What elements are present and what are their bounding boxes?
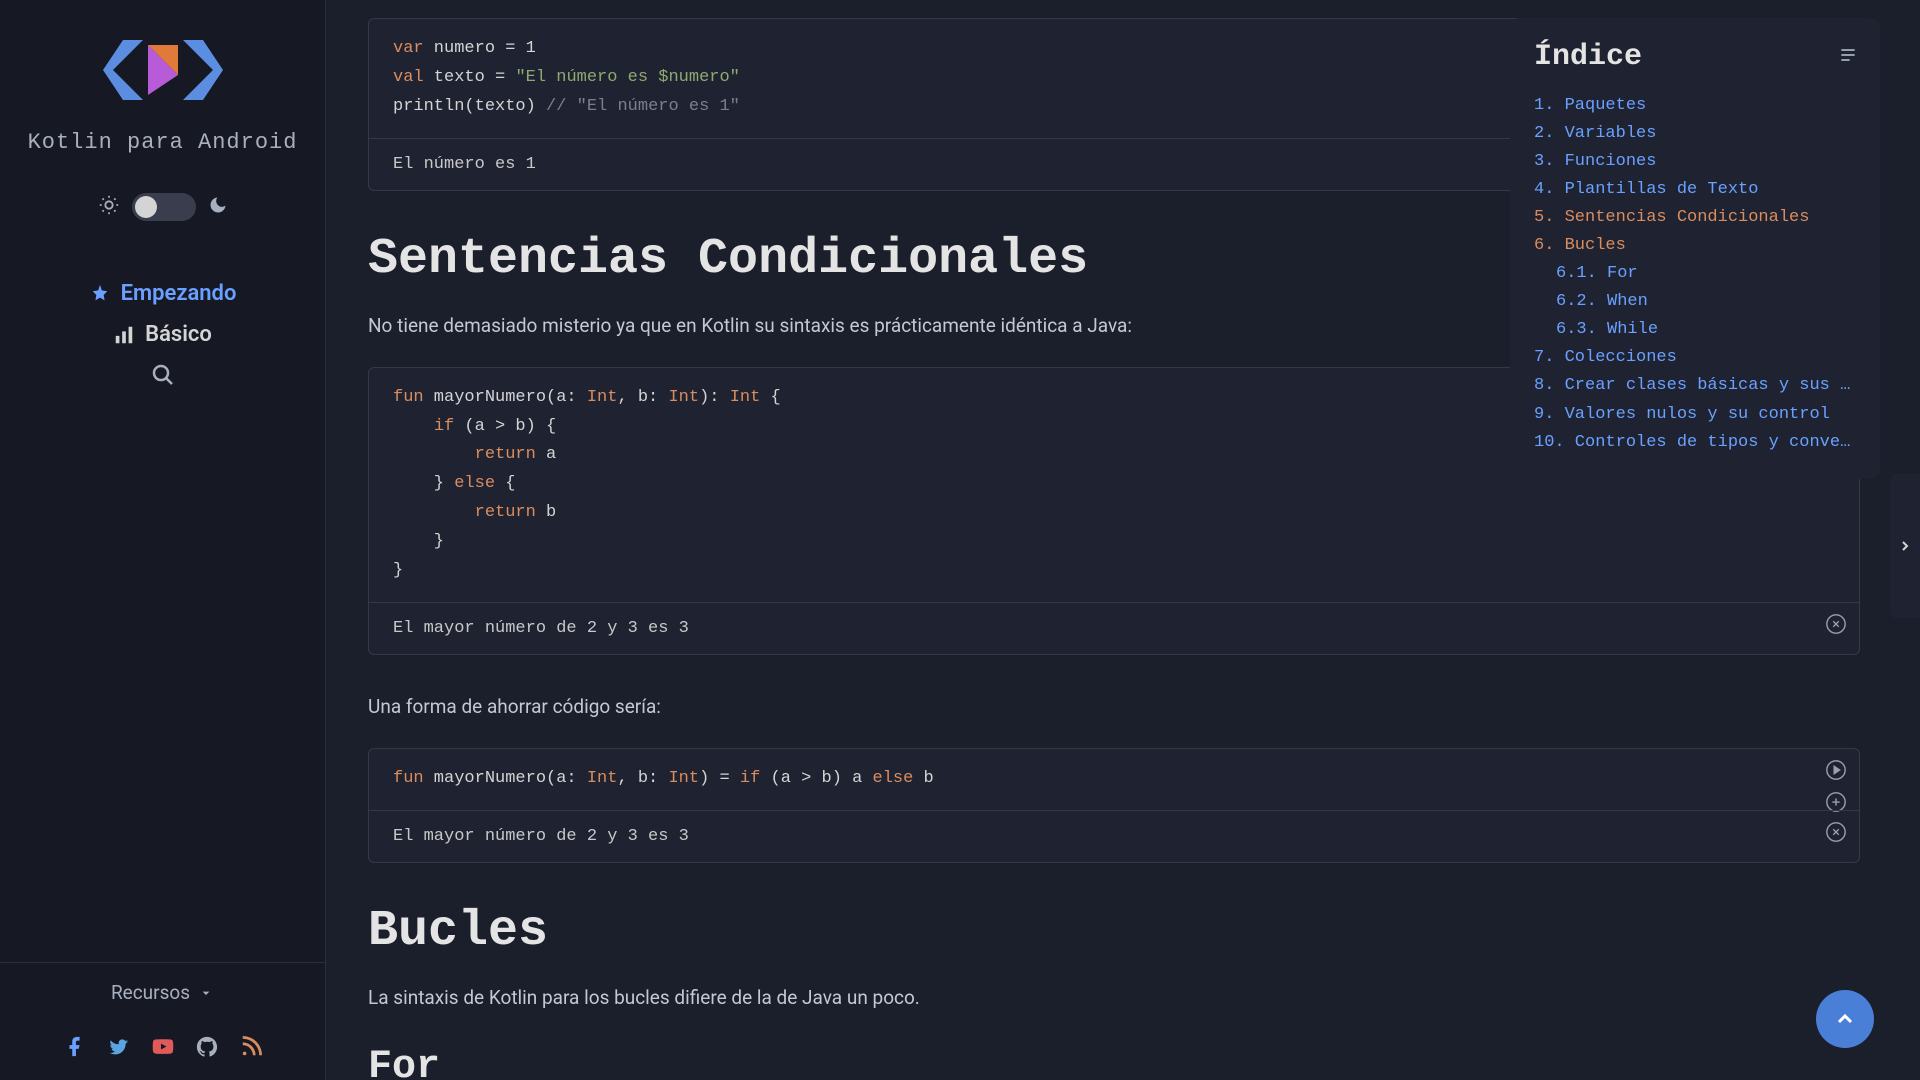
toc-item[interactable]: 8. Crear clases básicas y sus instancias <box>1534 372 1858 400</box>
twitter-icon[interactable] <box>108 1036 130 1058</box>
nav-item-basico[interactable]: Básico <box>0 314 325 355</box>
facebook-icon[interactable] <box>64 1036 86 1058</box>
toc-panel: Índice 1. Paquetes2. Variables3. Funcion… <box>1510 18 1880 479</box>
list-icon[interactable] <box>1838 45 1858 69</box>
toc-title: Índice <box>1534 40 1642 74</box>
play-icon[interactable] <box>1825 759 1847 785</box>
heading-bucles: Bucles <box>368 903 1860 960</box>
scroll-top-button[interactable] <box>1816 990 1874 1048</box>
social-links <box>0 1022 325 1080</box>
sun-icon <box>98 194 120 221</box>
code-output: El mayor número de 2 y 3 es 3 <box>369 810 1859 862</box>
site-title: Kotlin para Android <box>0 130 325 155</box>
output-text: El mayor número de 2 y 3 es 3 <box>393 827 689 846</box>
sidebar: Kotlin para Android Empezando Básico Rec… <box>0 0 326 1080</box>
code-output: El mayor número de 2 y 3 es 3 <box>369 602 1859 654</box>
code-content[interactable]: fun mayorNumero(a: Int, b: Int) = if (a … <box>369 749 1859 810</box>
chevron-down-icon <box>198 985 214 1001</box>
code-block-mayornumero-short: fun mayorNumero(a: Int, b: Int) = if (a … <box>368 748 1860 863</box>
moon-icon <box>208 195 228 220</box>
theme-toggle[interactable] <box>132 193 196 221</box>
close-icon[interactable] <box>1825 821 1847 849</box>
nav-label: Básico <box>145 322 212 347</box>
toc-item[interactable]: 10. Controles de tipos y conversiones <box>1534 429 1858 457</box>
paragraph: Una forma de ahorrar código sería: <box>368 695 1860 718</box>
toc-item[interactable]: 6.3. While <box>1534 316 1858 344</box>
toc-item[interactable]: 2. Variables <box>1534 120 1858 148</box>
toc-item[interactable]: 1. Paquetes <box>1534 92 1858 120</box>
code-controls <box>1825 759 1847 817</box>
sidebar-footer: Recursos <box>0 962 325 1080</box>
toc-item[interactable]: 5. Sentencias Condicionales <box>1534 204 1858 232</box>
toc-item[interactable]: 7. Colecciones <box>1534 344 1858 372</box>
rss-icon[interactable] <box>240 1036 262 1058</box>
nav-item-empezando[interactable]: Empezando <box>0 273 325 314</box>
toc-item[interactable]: 9. Valores nulos y su control <box>1534 401 1858 429</box>
toc-item[interactable]: 3. Funciones <box>1534 148 1858 176</box>
theme-toggle-row <box>0 165 325 249</box>
paragraph: La sintaxis de Kotlin para los bucles di… <box>368 986 1860 1009</box>
search-button[interactable] <box>0 355 325 399</box>
recursos-label: Recursos <box>111 981 190 1004</box>
toc-item[interactable]: 4. Plantillas de Texto <box>1534 176 1858 204</box>
close-icon[interactable] <box>1825 613 1847 641</box>
main-content: var numero = 1 val texto = "El número es… <box>326 0 1920 1080</box>
primary-nav: Empezando Básico <box>0 249 325 423</box>
toc-item[interactable]: 6.2. When <box>1534 288 1858 316</box>
toc-item[interactable]: 6. Bucles <box>1534 232 1858 260</box>
toc-item[interactable]: 6.1. For <box>1534 260 1858 288</box>
site-logo[interactable] <box>103 30 223 110</box>
output-text: El mayor número de 2 y 3 es 3 <box>393 619 689 638</box>
output-text: El número es 1 <box>393 155 536 174</box>
youtube-icon[interactable] <box>152 1036 174 1058</box>
nav-label: Empezando <box>121 281 237 306</box>
next-page-tab[interactable] <box>1890 474 1920 618</box>
logo-area: Kotlin para Android <box>0 0 325 165</box>
heading-for: For <box>368 1045 1860 1080</box>
toc-list: 1. Paquetes2. Variables3. Funciones4. Pl… <box>1534 92 1858 457</box>
recursos-dropdown[interactable]: Recursos <box>0 963 325 1022</box>
github-icon[interactable] <box>196 1036 218 1058</box>
